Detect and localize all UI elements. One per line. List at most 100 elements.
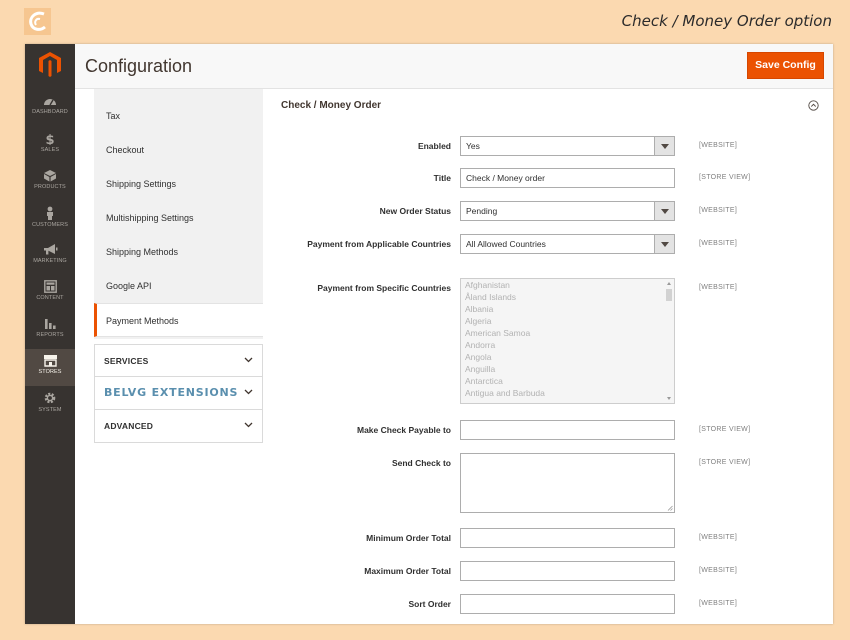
megaphone-icon [43,244,57,255]
payable-to-input[interactable] [460,420,675,440]
admin-sidebar: DASHBOARD $ SALES PRODUCTS CUSTOMERS MAR… [25,44,75,624]
person-icon [47,206,53,220]
config-tabs: Tax Checkout Shipping Settings Multiship… [94,89,264,443]
magento-logo-icon[interactable] [38,51,62,77]
tab-google-api[interactable]: Google API [94,269,263,303]
scope-label: [WEBSITE] [699,207,738,214]
nav-label: SALES [40,147,60,153]
nav-item-products[interactable]: PRODUCTS [25,164,75,201]
scope-label: [WEBSITE] [699,534,738,541]
country-option[interactable]: Andorra [461,339,674,351]
dollar-icon: $ [45,133,54,145]
brand-logo-icon [24,8,51,35]
nav-label: STORES [38,369,62,375]
enabled-select[interactable]: Yes [460,136,675,156]
sort-order-input[interactable] [460,594,675,614]
country-option[interactable]: Albania [461,303,674,315]
field-label: Title [433,173,451,183]
gear-icon [44,392,56,404]
select-value: Yes [466,141,480,151]
dropdown-arrow-icon [654,137,674,155]
page-title: Configuration [85,56,193,76]
title-input[interactable]: Check / Money order [460,168,675,188]
chevron-down-icon [244,422,253,428]
tab-tax[interactable]: Tax [94,99,263,133]
tab-shipping-settings[interactable]: Shipping Settings [94,167,263,201]
country-option[interactable]: Antigua and Barbuda [461,387,674,399]
dropdown-arrow-icon [654,235,674,253]
scroll-up-icon[interactable] [667,282,671,285]
max-order-total-input[interactable] [460,561,675,581]
applicable-countries-select[interactable]: All Allowed Countries [460,234,675,254]
scope-label: [STORE VIEW] [699,459,751,466]
nav-item-reports[interactable]: REPORTS [25,312,75,349]
group-label: BELVG EXTENSIONS [104,386,239,399]
admin-window: DASHBOARD $ SALES PRODUCTS CUSTOMERS MAR… [25,44,833,624]
group-label: ADVANCED [104,421,154,431]
country-option[interactable]: American Samoa [461,327,674,339]
country-option[interactable]: Anguilla [461,363,674,375]
row-payable-to: Make Check Payable to [STORE VIEW] [266,420,833,442]
bar-chart-icon [44,319,56,329]
group-services[interactable]: SERVICES [94,344,263,377]
chevron-down-icon [244,357,253,363]
page-header: Configuration Save Config [75,44,833,89]
nav-label: SYSTEM [38,407,62,413]
nav-label: CONTENT [36,295,64,301]
country-option[interactable]: Antarctica [461,375,674,387]
field-label: Minimum Order Total [366,533,451,543]
specific-countries-multiselect[interactable]: Afghanistan Åland Islands Albania Algeri… [460,278,675,404]
order-status-select[interactable]: Pending [460,201,675,221]
nav-label: DASHBOARD [32,109,68,115]
field-label: Sort Order [408,599,451,609]
row-enabled: Enabled Yes [WEBSITE] [266,136,833,158]
scroll-down-icon[interactable] [667,397,671,400]
nav-label: REPORTS [36,332,64,338]
country-option[interactable]: Angola [461,351,674,363]
page-caption: Check / Money Order option [621,12,832,30]
group-belvg-extensions[interactable]: BELVG EXTENSIONS [94,377,263,410]
tab-checkout[interactable]: Checkout [94,133,263,167]
field-label: Make Check Payable to [356,425,451,435]
box-icon [44,170,56,182]
nav-label: PRODUCTS [34,184,66,190]
country-option[interactable]: Åland Islands [461,291,674,303]
save-config-button[interactable]: Save Config [747,52,824,79]
sales-tab-group: Tax Checkout Shipping Settings Multiship… [94,89,263,339]
select-value: Pending [466,206,498,216]
section-header[interactable]: Check / Money Order [266,89,833,125]
nav-label: MARKETING [33,258,67,264]
field-label: Send Check to [391,458,451,468]
group-advanced[interactable]: ADVANCED [94,410,263,443]
nav-item-sales[interactable]: $ SALES [25,127,75,164]
country-option[interactable]: Algeria [461,315,674,327]
send-check-to-textarea[interactable] [460,453,675,513]
tab-shipping-methods[interactable]: Shipping Methods [94,235,263,269]
section-title: Check / Money Order [281,100,382,111]
nav-item-system[interactable]: SYSTEM [25,386,75,423]
min-order-total-input[interactable] [460,528,675,548]
scope-label: [WEBSITE] [699,142,738,149]
field-label: Payment from Applicable Countries [307,239,451,249]
scope-label: [WEBSITE] [699,567,738,574]
row-max-order-total: Maximum Order Total [WEBSITE] [266,561,833,583]
collapse-icon[interactable] [808,100,819,111]
resize-grip-icon[interactable] [667,505,673,511]
nav-item-content[interactable]: CONTENT [25,275,75,312]
field-label: Maximum Order Total [364,566,451,576]
nav-item-customers[interactable]: CUSTOMERS [25,201,75,238]
row-specific-countries: Payment from Specific Countries Afghanis… [266,278,833,406]
nav-item-dashboard[interactable]: DASHBOARD [25,90,75,127]
row-new-order-status: New Order Status Pending [WEBSITE] [266,201,833,223]
tab-payment-methods[interactable]: Payment Methods [94,303,263,337]
nav-item-stores[interactable]: STORES [25,349,75,386]
scrollbar-thumb[interactable] [666,289,672,301]
country-option[interactable]: Afghanistan [461,279,674,291]
nav-item-marketing[interactable]: MARKETING [25,238,75,275]
group-label: SERVICES [104,356,149,366]
scope-label: [STORE VIEW] [699,426,751,433]
dropdown-arrow-icon [654,202,674,220]
chevron-down-icon [244,389,253,395]
tab-multishipping-settings[interactable]: Multishipping Settings [94,201,263,235]
nav-label: CUSTOMERS [32,222,68,228]
